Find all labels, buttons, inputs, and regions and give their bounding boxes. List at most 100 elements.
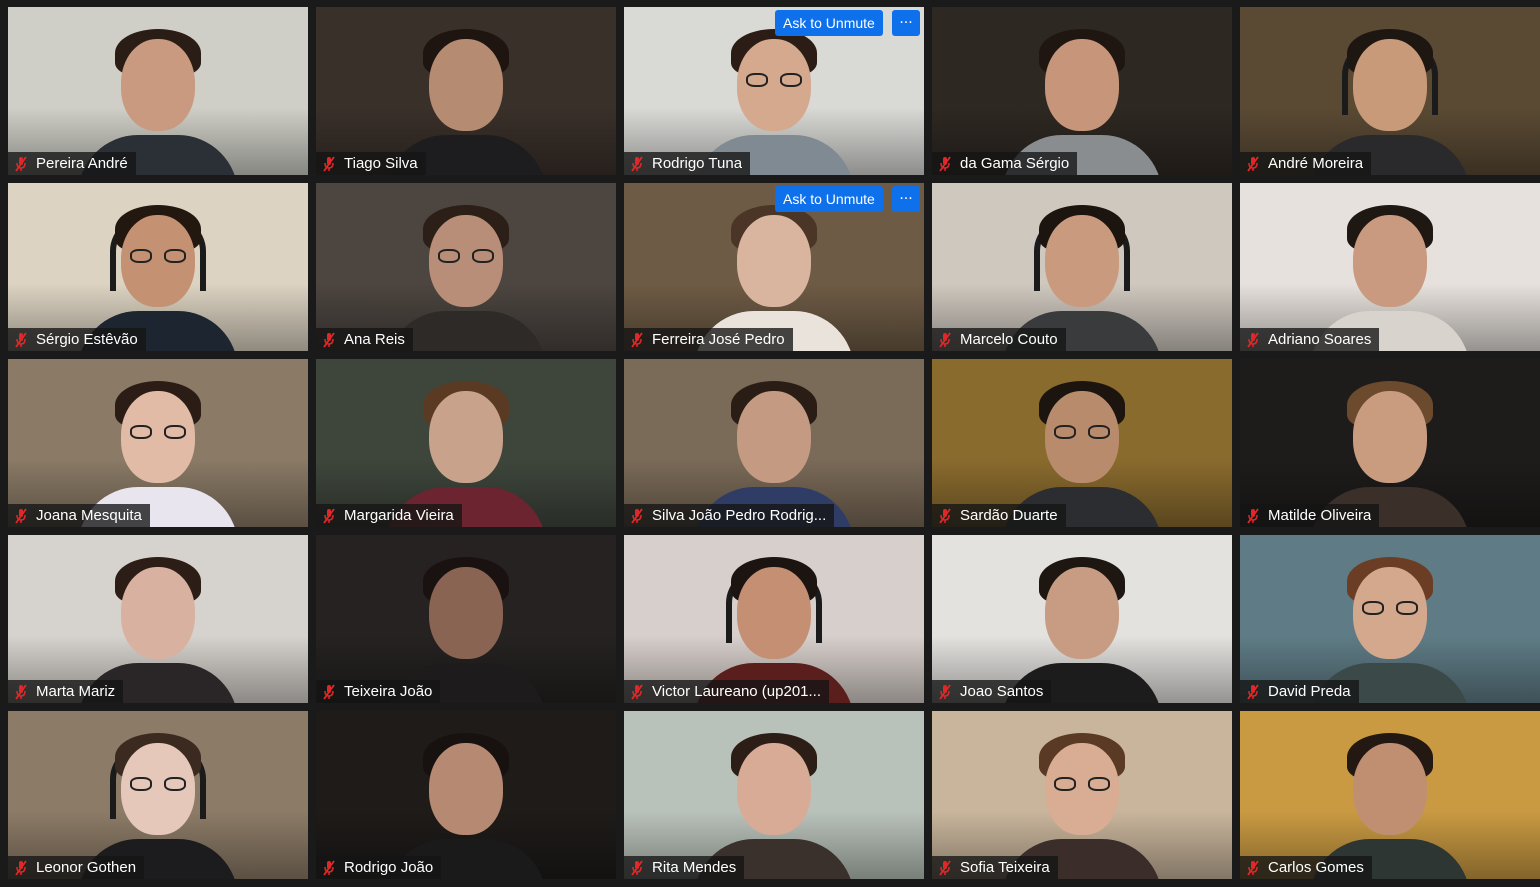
- participant-name-label: Rita Mendes: [624, 856, 745, 879]
- participant-name-label: Margarida Vieira: [316, 504, 462, 527]
- participant-face: [737, 391, 811, 483]
- participant-tile[interactable]: Ana Reis: [316, 183, 616, 351]
- participant-tile[interactable]: Matilde Oliveira: [1240, 359, 1540, 527]
- participant-name-label: Rodrigo Tuna: [624, 152, 751, 175]
- more-options-button[interactable]: ···: [892, 10, 920, 36]
- muted-microphone-icon: [630, 859, 644, 876]
- more-options-button[interactable]: ···: [892, 186, 920, 212]
- participant-name: Marta Mariz: [36, 683, 116, 700]
- participant-face: [429, 39, 503, 131]
- participant-tile[interactable]: Tiago Silva: [316, 7, 616, 175]
- participant-face: [429, 391, 503, 483]
- glasses-icon: [130, 777, 186, 791]
- muted-microphone-icon: [1246, 683, 1260, 700]
- muted-microphone-icon: [322, 683, 336, 700]
- muted-microphone-icon: [1246, 507, 1260, 524]
- participant-tile[interactable]: Rita Mendes: [624, 711, 924, 879]
- participant-tile[interactable]: Sérgio Estêvão: [8, 183, 308, 351]
- participant-face: [121, 567, 195, 659]
- participant-face: [1045, 39, 1119, 131]
- participant-name-label: Joao Santos: [932, 680, 1052, 703]
- participant-face: [1045, 567, 1119, 659]
- participant-name-label: Matilde Oliveira: [1240, 504, 1380, 527]
- glasses-icon: [1054, 425, 1110, 439]
- participant-tile[interactable]: Rodrigo Tuna Ask to Unmute ···: [624, 7, 924, 175]
- participant-name-label: Sardão Duarte: [932, 504, 1066, 527]
- participant-name: Rita Mendes: [652, 859, 737, 876]
- participant-tile[interactable]: Teixeira João: [316, 535, 616, 703]
- muted-microphone-icon: [630, 331, 644, 348]
- muted-microphone-icon: [14, 331, 28, 348]
- participant-name: Pereira André: [36, 155, 128, 172]
- participant-name: Ferreira José Pedro: [652, 331, 785, 348]
- muted-microphone-icon: [1246, 331, 1260, 348]
- participant-name-label: Ana Reis: [316, 328, 413, 351]
- participant-name: Margarida Vieira: [344, 507, 454, 524]
- participant-name: Silva João Pedro Rodrig...: [652, 507, 827, 524]
- participant-face: [737, 743, 811, 835]
- participant-name-label: David Preda: [1240, 680, 1359, 703]
- participant-tile[interactable]: Leonor Gothen: [8, 711, 308, 879]
- participant-tile[interactable]: Marta Mariz: [8, 535, 308, 703]
- muted-microphone-icon: [630, 507, 644, 524]
- participant-tile[interactable]: Ferreira José Pedro Ask to Unmute ···: [624, 183, 924, 351]
- participant-face: [1353, 215, 1427, 307]
- participant-name-label: da Gama Sérgio: [932, 152, 1078, 175]
- participant-name-label: Ferreira José Pedro: [624, 328, 793, 351]
- participant-tile[interactable]: Victor Laureano (up201...: [624, 535, 924, 703]
- participant-tile[interactable]: Sardão Duarte: [932, 359, 1232, 527]
- participant-tile[interactable]: David Preda: [1240, 535, 1540, 703]
- participant-tile[interactable]: Adriano Soares: [1240, 183, 1540, 351]
- participant-name-label: Teixeira João: [316, 680, 441, 703]
- muted-microphone-icon: [322, 859, 336, 876]
- ask-to-unmute-button[interactable]: Ask to Unmute: [775, 186, 883, 212]
- participant-face: [1353, 391, 1427, 483]
- participant-name: Marcelo Couto: [960, 331, 1058, 348]
- participant-name: Joao Santos: [960, 683, 1044, 700]
- muted-microphone-icon: [322, 155, 336, 172]
- glasses-icon: [746, 73, 802, 87]
- participant-tile[interactable]: Rodrigo João: [316, 711, 616, 879]
- participant-name: André Moreira: [1268, 155, 1364, 172]
- participant-tile[interactable]: Margarida Vieira: [316, 359, 616, 527]
- participant-name: Leonor Gothen: [36, 859, 137, 876]
- participant-name: Ana Reis: [344, 331, 405, 348]
- muted-microphone-icon: [938, 507, 952, 524]
- participant-name: Rodrigo João: [344, 859, 434, 876]
- muted-microphone-icon: [1246, 155, 1260, 172]
- participant-tile[interactable]: Sofia Teixeira: [932, 711, 1232, 879]
- participant-face: [429, 743, 503, 835]
- muted-microphone-icon: [938, 683, 952, 700]
- ask-to-unmute-button[interactable]: Ask to Unmute: [775, 10, 883, 36]
- participant-name-label: Sofia Teixeira: [932, 856, 1058, 879]
- participant-tile[interactable]: Silva João Pedro Rodrig...: [624, 359, 924, 527]
- participant-tile[interactable]: Marcelo Couto: [932, 183, 1232, 351]
- participant-face: [1353, 39, 1427, 131]
- participant-tile[interactable]: Joana Mesquita: [8, 359, 308, 527]
- participant-name-label: Sérgio Estêvão: [8, 328, 146, 351]
- participant-name: Joana Mesquita: [36, 507, 142, 524]
- participant-name-label: André Moreira: [1240, 152, 1372, 175]
- participant-name: Sardão Duarte: [960, 507, 1058, 524]
- glasses-icon: [1054, 777, 1110, 791]
- muted-microphone-icon: [322, 507, 336, 524]
- muted-microphone-icon: [938, 331, 952, 348]
- participant-name: Victor Laureano (up201...: [652, 683, 822, 700]
- participant-name-label: Leonor Gothen: [8, 856, 145, 879]
- participant-name: David Preda: [1268, 683, 1351, 700]
- participant-name-label: Carlos Gomes: [1240, 856, 1372, 879]
- muted-microphone-icon: [938, 155, 952, 172]
- participant-tile[interactable]: da Gama Sérgio: [932, 7, 1232, 175]
- participant-tile[interactable]: Pereira André: [8, 7, 308, 175]
- participant-tile[interactable]: Carlos Gomes: [1240, 711, 1540, 879]
- participant-face: [737, 215, 811, 307]
- muted-microphone-icon: [14, 155, 28, 172]
- muted-microphone-icon: [322, 331, 336, 348]
- muted-microphone-icon: [938, 859, 952, 876]
- participant-tile[interactable]: Joao Santos: [932, 535, 1232, 703]
- participant-tile[interactable]: André Moreira: [1240, 7, 1540, 175]
- participant-name: Sérgio Estêvão: [36, 331, 138, 348]
- participant-name-label: Joana Mesquita: [8, 504, 150, 527]
- participant-name: Adriano Soares: [1268, 331, 1372, 348]
- participant-face: [429, 567, 503, 659]
